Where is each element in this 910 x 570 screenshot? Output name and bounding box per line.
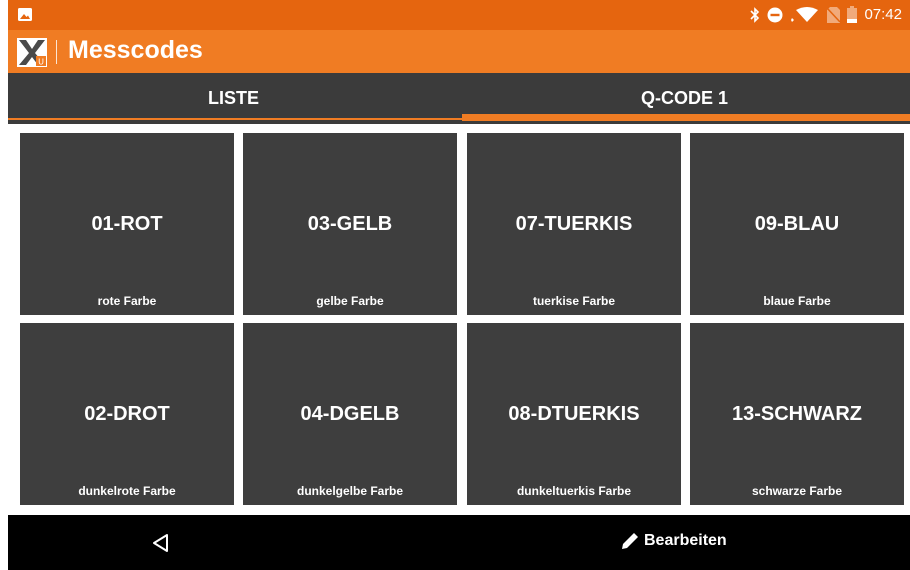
bluetooth-icon: [750, 6, 760, 23]
do-not-disturb-icon: [767, 7, 783, 22]
code-tile[interactable]: 02-DROT dunkelrote Farbe: [20, 323, 234, 505]
bottom-bar: Bearbeiten: [8, 515, 910, 570]
tile-code: 02-DROT: [84, 403, 170, 425]
tile-code: 07-TUERKIS: [515, 213, 633, 235]
code-grid: 01-ROT rote Farbe 03-GELB gelbe Farbe 07…: [8, 131, 910, 507]
tab-selected-indicator: [462, 114, 910, 121]
app-bar: U Messcodes: [8, 30, 910, 73]
tile-description: dunkelgelbe Farbe: [296, 484, 404, 498]
tile-description: dunkelrote Farbe: [78, 484, 176, 498]
edit-button-label: Bearbeiten: [644, 532, 727, 549]
logo-separator: [56, 40, 57, 64]
app-logo-icon: U: [17, 38, 47, 67]
tile-code: 04-DGELB: [300, 403, 400, 425]
svg-text:U: U: [38, 58, 44, 67]
code-tile[interactable]: 01-ROT rote Farbe: [20, 133, 234, 315]
tile-description: blaue Farbe: [763, 294, 831, 308]
tile-code: 01-ROT: [91, 213, 163, 235]
code-tile[interactable]: 08-DTUERKIS dunkeltuerkis Farbe: [467, 323, 681, 505]
image-icon: [18, 8, 32, 21]
status-bar: 07:42: [8, 0, 910, 30]
tile-description: tuerkise Farbe: [532, 294, 616, 308]
code-tile[interactable]: 03-GELB gelbe Farbe: [243, 133, 457, 315]
tile-code: 13-SCHWARZ: [731, 403, 862, 425]
tile-description: schwarze Farbe: [751, 484, 843, 498]
tile-description: rote Farbe: [97, 294, 157, 308]
status-icons: 07:42: [750, 6, 902, 23]
status-time: 07:42: [864, 6, 902, 23]
tile-code: 08-DTUERKIS: [508, 403, 640, 425]
tab-liste[interactable]: LISTE: [8, 73, 459, 124]
wifi-icon: [791, 6, 819, 22]
tile-description: dunkeltuerkis Farbe: [516, 484, 632, 498]
code-tile[interactable]: 09-BLAU blaue Farbe: [690, 133, 904, 315]
edit-button[interactable]: Bearbeiten: [620, 531, 727, 551]
code-tile[interactable]: 04-DGELB dunkelgelbe Farbe: [243, 323, 457, 505]
pencil-icon: [622, 533, 638, 549]
back-triangle-icon[interactable]: [150, 532, 172, 554]
code-tile[interactable]: 13-SCHWARZ schwarze Farbe: [690, 323, 904, 505]
battery-icon: [847, 6, 858, 23]
code-tile[interactable]: 07-TUERKIS tuerkise Farbe: [467, 133, 681, 315]
tile-code: 09-BLAU: [754, 213, 840, 235]
tile-code: 03-GELB: [307, 213, 393, 235]
no-sim-icon: [827, 6, 841, 23]
tile-description: gelbe Farbe: [316, 294, 384, 308]
page-title: Messcodes: [68, 36, 203, 64]
app-frame: 07:42 U Messcodes LISTE Q-CODE 1 01-ROT …: [8, 0, 910, 570]
